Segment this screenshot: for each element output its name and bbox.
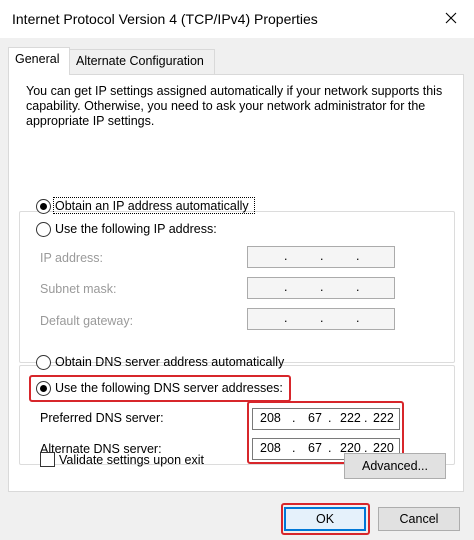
cancel-button[interactable]: Cancel [378, 507, 460, 531]
description-text: You can get IP settings assigned automat… [26, 84, 443, 128]
default-gateway-field: ... [247, 308, 395, 330]
tab-alternate-configuration-label: Alternate Configuration [76, 54, 204, 68]
preferred-dns-label: Preferred DNS server: [40, 411, 164, 425]
default-gateway-label: Default gateway: [40, 314, 134, 328]
close-button[interactable] [428, 0, 474, 36]
focus-outline [53, 197, 255, 214]
tab-general[interactable]: General [8, 47, 70, 75]
dns-manual-highlight [29, 375, 291, 402]
validate-label[interactable]: Validate settings upon exit [59, 453, 204, 467]
validate-checkbox[interactable] [40, 452, 55, 467]
subnet-mask-field: ... [247, 277, 395, 299]
tab-alternate-configuration[interactable]: Alternate Configuration [69, 49, 215, 74]
dns-auto-radio[interactable] [36, 355, 51, 370]
window-title: Internet Protocol Version 4 (TCP/IPv4) P… [12, 11, 318, 27]
ip-manual-radio[interactable] [36, 222, 51, 237]
general-panel: You can get IP settings assigned automat… [8, 74, 464, 492]
dialog-body: General Alternate Configuration You can … [0, 38, 474, 540]
ip-manual-label[interactable]: Use the following IP address: [55, 222, 217, 236]
ok-button-highlight [281, 503, 370, 535]
close-icon [445, 12, 457, 24]
subnet-mask-label: Subnet mask: [40, 282, 117, 296]
title-bar: Internet Protocol Version 4 (TCP/IPv4) P… [0, 0, 474, 38]
tab-general-label: General [15, 52, 60, 66]
advanced-button[interactable]: Advanced... [344, 453, 446, 479]
ip-address-field: ... [247, 246, 395, 268]
dns-auto-label[interactable]: Obtain DNS server address automatically [55, 355, 284, 369]
ip-auto-radio[interactable] [36, 199, 51, 214]
ip-address-label: IP address: [40, 251, 104, 265]
